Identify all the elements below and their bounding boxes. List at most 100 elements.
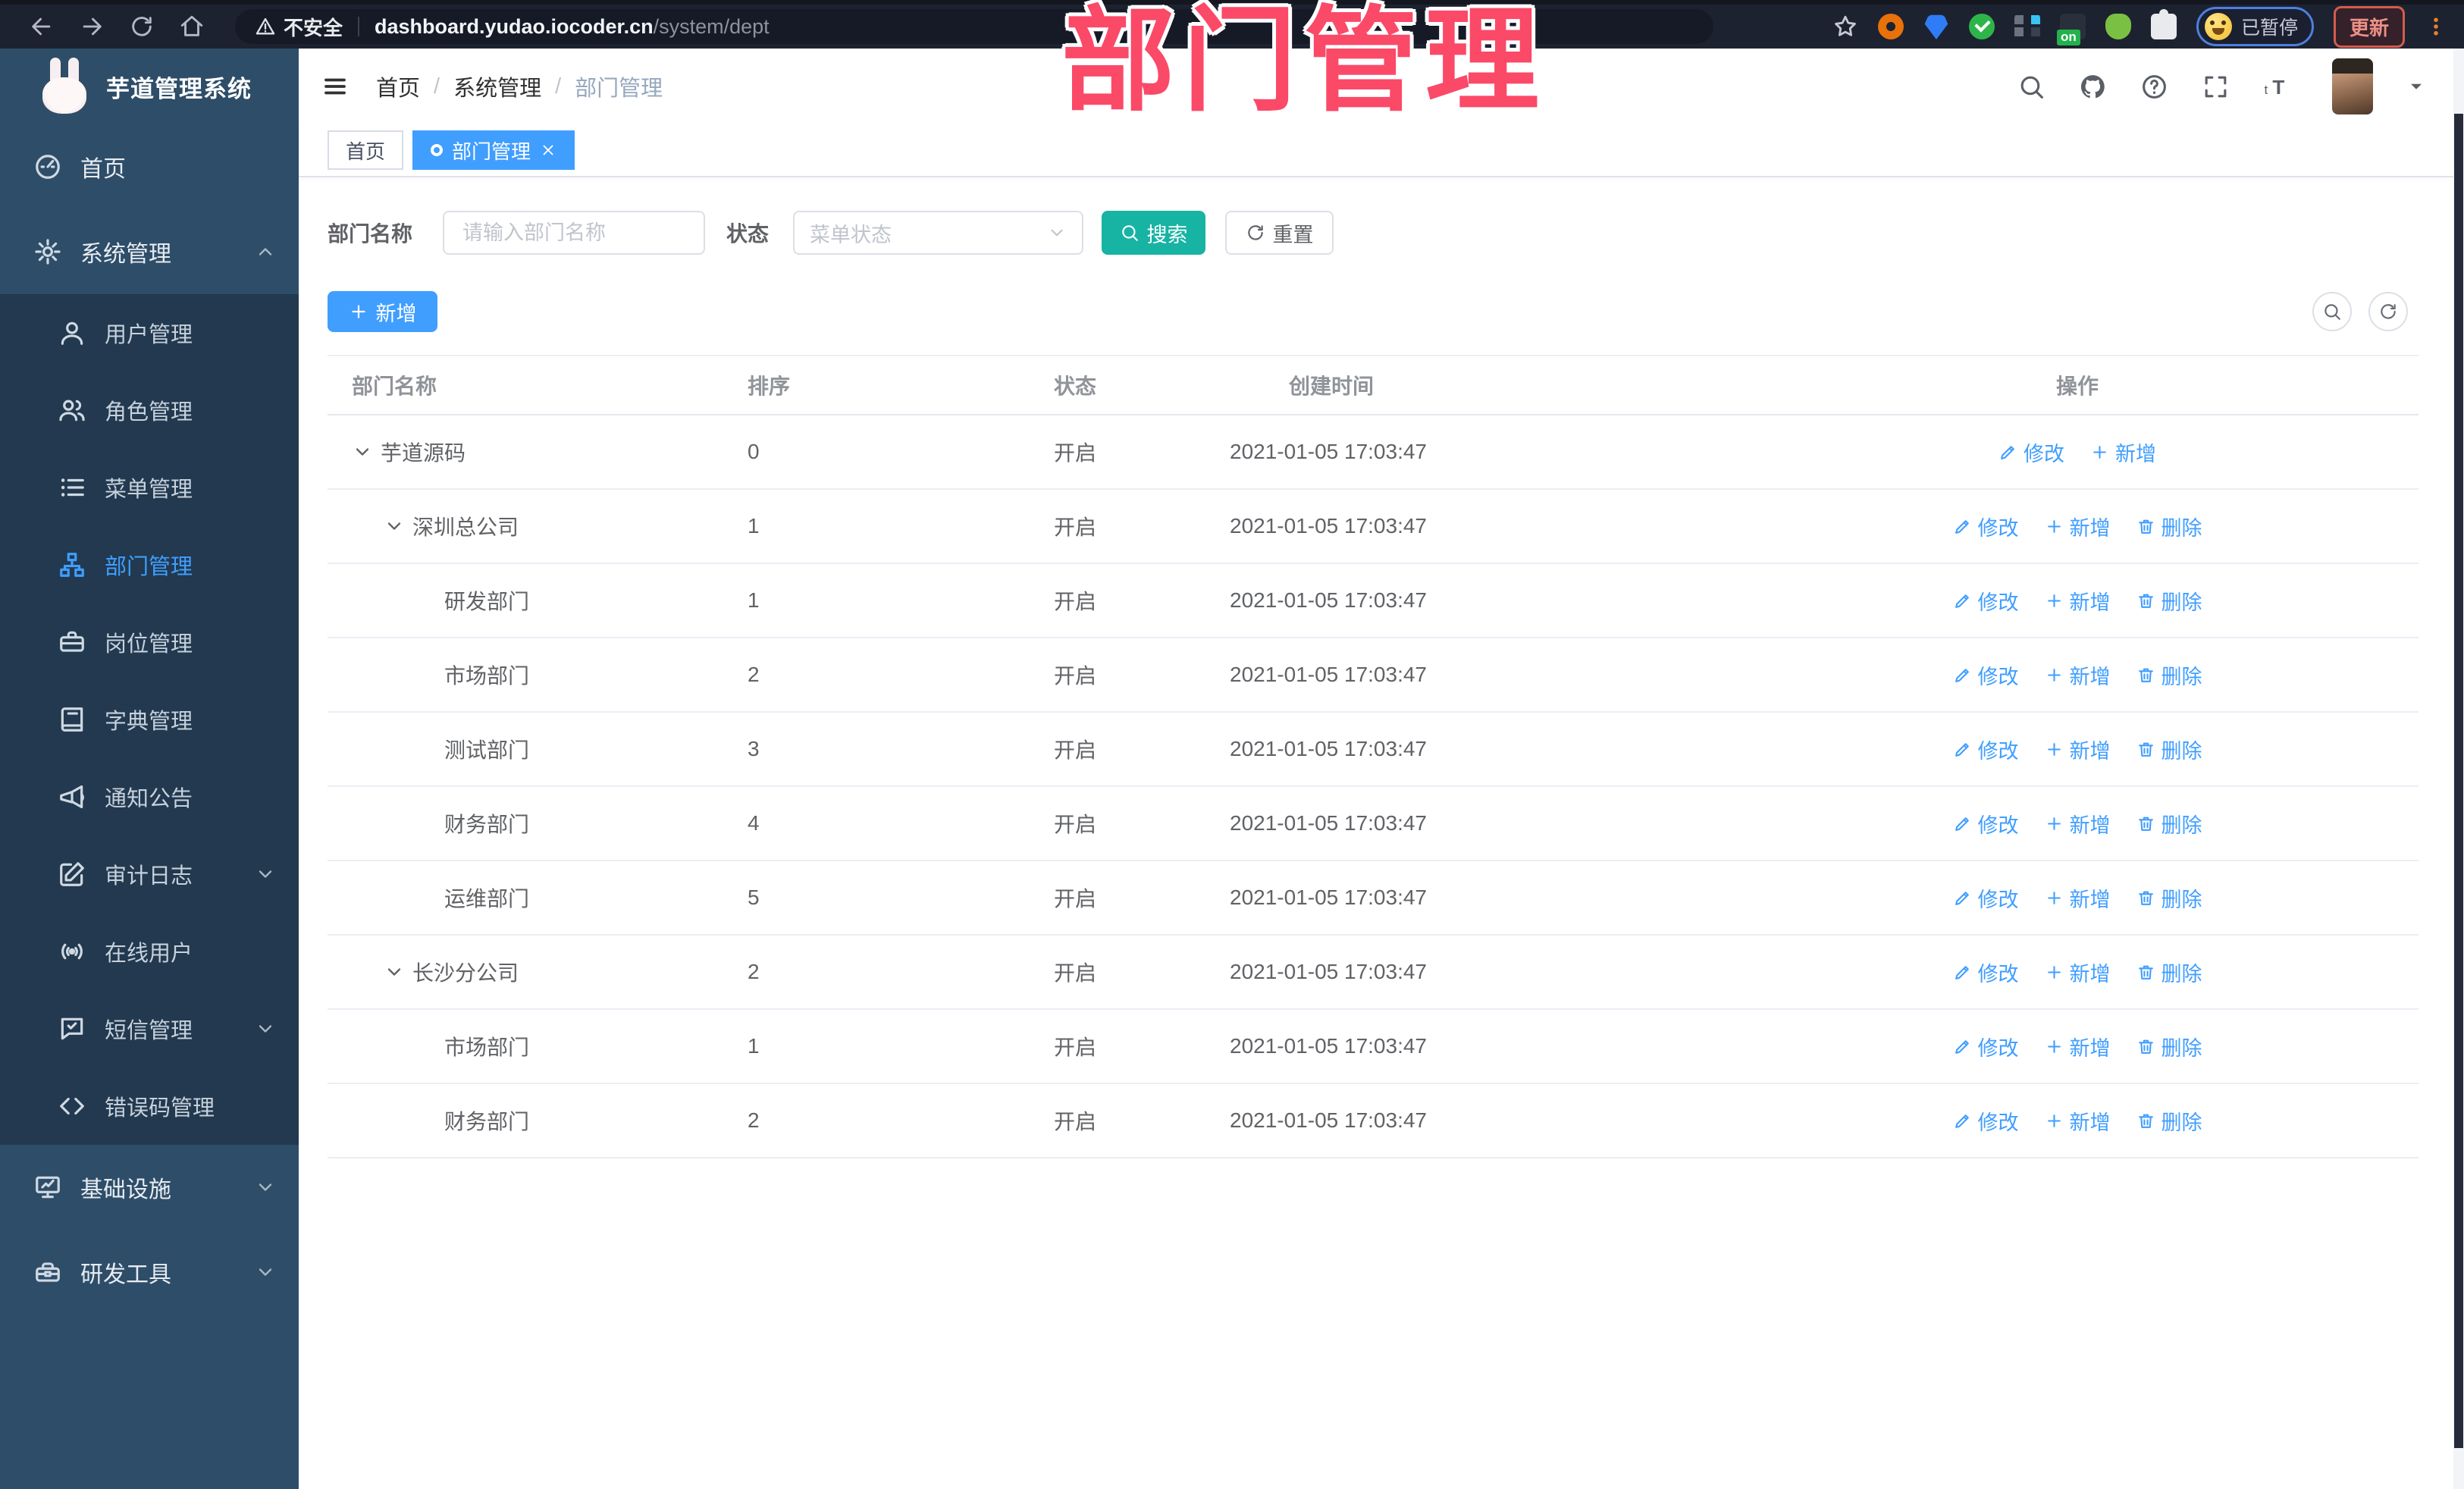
sidebar-item-dict[interactable]: 字典管理	[0, 681, 299, 758]
action-delete-link[interactable]: 删除	[2136, 512, 2202, 541]
tree-expand-icon[interactable]	[352, 441, 373, 462]
cell-sort: 0	[748, 440, 760, 463]
browser-menu-kebab-icon[interactable]	[2425, 14, 2447, 39]
extension-bot-icon[interactable]	[2105, 14, 2131, 39]
sidebar-item-dept[interactable]: 部门管理	[0, 526, 299, 603]
header-created: 创建时间	[1289, 375, 1375, 398]
app-logo[interactable]: 芋道管理系统	[0, 49, 299, 124]
tab-dept-management[interactable]: 部门管理	[412, 130, 575, 170]
action-label: 修改	[1977, 888, 2019, 911]
browser-back-icon[interactable]	[29, 14, 55, 39]
browser-home-icon[interactable]	[179, 14, 205, 39]
action-edit-link[interactable]: 修改	[1953, 586, 2019, 616]
sidebar-item-role[interactable]: 角色管理	[0, 371, 299, 449]
extension-pin-icon[interactable]	[1924, 14, 1948, 39]
breadcrumb-home[interactable]: 首页	[376, 71, 420, 102]
fullscreen-icon[interactable]	[2202, 73, 2230, 101]
github-icon[interactable]	[2079, 73, 2107, 101]
action-delete-link[interactable]: 删除	[2136, 586, 2202, 616]
dept-name-input[interactable]	[443, 211, 706, 255]
dept-name-text: 芋道源码	[381, 441, 466, 465]
breadcrumb-system[interactable]: 系统管理	[453, 71, 541, 102]
bookmark-star-icon[interactable]	[1832, 14, 1858, 39]
action-edit-link[interactable]: 修改	[1953, 809, 2019, 839]
sidebar-item-notice[interactable]: 通知公告	[0, 758, 299, 835]
sidebar-item-online[interactable]: 在线用户	[0, 913, 299, 990]
sidebar-item-errcode[interactable]: 错误码管理	[0, 1067, 299, 1145]
toggle-search-button[interactable]	[2312, 292, 2352, 331]
edit-icon	[1953, 666, 1972, 685]
extensions-puzzle-icon[interactable]	[2150, 9, 2177, 39]
action-add-link[interactable]: 新增	[2045, 883, 2111, 913]
page-scrollbar[interactable]	[2453, 49, 2464, 1489]
action-edit-link[interactable]: 修改	[1953, 512, 2019, 541]
user-avatar[interactable]	[2332, 58, 2373, 114]
action-delete-link[interactable]: 删除	[2136, 735, 2202, 764]
address-bar[interactable]: 不安全 dashboard.yudao.iocoder.cn /system/d…	[235, 9, 1713, 44]
page-scrollbar-thumb[interactable]	[2454, 114, 2463, 1448]
extension-adblock-icon[interactable]: on	[2056, 14, 2086, 45]
trash-icon	[2136, 666, 2155, 685]
sidebar-item-sms[interactable]: 短信管理	[0, 990, 299, 1067]
action-edit-link[interactable]: 修改	[1998, 437, 2064, 467]
browser-forward-icon[interactable]	[79, 14, 105, 39]
sidebar-item-system[interactable]: 系统管理	[0, 209, 299, 294]
action-add-link[interactable]: 新增	[2090, 437, 2156, 467]
browser-profile-button[interactable]: 已暂停	[2196, 7, 2314, 46]
tab-close-icon[interactable]	[540, 142, 556, 158]
search-button[interactable]: 搜索	[1102, 211, 1206, 255]
action-delete-link[interactable]: 删除	[2136, 883, 2202, 913]
cell-created: 2021-01-05 17:03:47	[1230, 737, 1427, 760]
action-edit-link[interactable]: 修改	[1953, 1032, 2019, 1061]
action-delete-link[interactable]: 删除	[2136, 1106, 2202, 1136]
tree-expand-icon[interactable]	[384, 516, 405, 537]
sidebar-item-post[interactable]: 岗位管理	[0, 603, 299, 681]
sidebar-item-label: 审计日志	[105, 864, 193, 889]
action-edit-link[interactable]: 修改	[1953, 958, 2019, 987]
sidebar-item-user[interactable]: 用户管理	[0, 294, 299, 371]
add-dept-button[interactable]: 新增	[328, 291, 437, 332]
status-select[interactable]: 菜单状态	[793, 211, 1084, 255]
font-size-icon[interactable]: tT	[2263, 73, 2291, 101]
action-delete-link[interactable]: 删除	[2136, 958, 2202, 987]
action-edit-link[interactable]: 修改	[1953, 1106, 2019, 1136]
action-label: 删除	[2161, 1111, 2202, 1134]
action-add-link[interactable]: 新增	[2045, 586, 2111, 616]
avatar-caret-down-icon[interactable]	[2406, 77, 2426, 96]
browser-update-button[interactable]: 更新	[2333, 5, 2405, 48]
extension-orange-icon[interactable]	[1877, 14, 1904, 39]
extension-grid-icon[interactable]	[2014, 14, 2040, 39]
action-delete-link[interactable]: 删除	[2136, 660, 2202, 690]
cell-created: 2021-01-05 17:03:47	[1230, 514, 1427, 538]
edit-icon	[1953, 591, 1972, 610]
sidebar-item-infra[interactable]: 基础设施	[0, 1145, 299, 1230]
tree-expand-icon[interactable]	[384, 961, 405, 983]
sidebar-item-menu[interactable]: 菜单管理	[0, 449, 299, 526]
cell-operations: 修改 新增 删除	[1736, 735, 2419, 764]
action-edit-link[interactable]: 修改	[1953, 660, 2019, 690]
browser-reload-icon[interactable]	[129, 14, 155, 39]
action-add-link[interactable]: 新增	[2045, 1032, 2111, 1061]
hamburger-icon[interactable]	[320, 74, 350, 99]
header-search-icon[interactable]	[2017, 73, 2045, 101]
action-add-link[interactable]: 新增	[2045, 1106, 2111, 1136]
action-delete-link[interactable]: 删除	[2136, 1032, 2202, 1061]
help-icon[interactable]	[2140, 73, 2168, 101]
extension-check-icon[interactable]	[1968, 14, 1995, 39]
sidebar-item-audit[interactable]: 审计日志	[0, 835, 299, 913]
action-edit-link[interactable]: 修改	[1953, 735, 2019, 764]
action-add-link[interactable]: 新增	[2045, 958, 2111, 987]
action-add-link[interactable]: 新增	[2045, 512, 2111, 541]
action-add-link[interactable]: 新增	[2045, 735, 2111, 764]
trash-icon	[2136, 740, 2155, 759]
tab-home[interactable]: 首页	[328, 130, 404, 170]
sidebar-item-home[interactable]: 首页	[0, 124, 299, 209]
action-add-link[interactable]: 新增	[2045, 809, 2111, 839]
action-add-link[interactable]: 新增	[2045, 660, 2111, 690]
reset-button[interactable]: 重置	[1225, 211, 1334, 255]
refresh-table-button[interactable]	[2368, 292, 2408, 331]
action-edit-link[interactable]: 修改	[1953, 883, 2019, 913]
action-delete-link[interactable]: 删除	[2136, 809, 2202, 839]
sidebar-item-devtool[interactable]: 研发工具	[0, 1230, 299, 1315]
sidebar-item-label: 菜单管理	[105, 478, 193, 502]
